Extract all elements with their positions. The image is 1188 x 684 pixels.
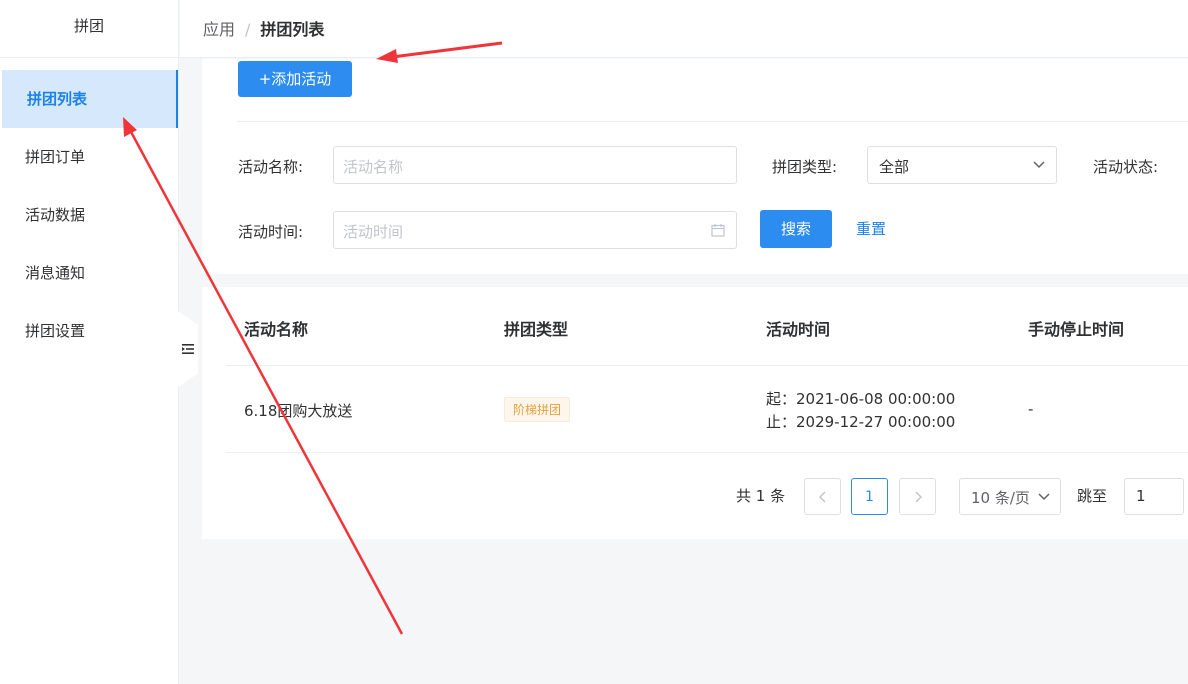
search-button[interactable]: 搜索 [760,210,832,248]
breadcrumb-separator: / [245,20,251,39]
pagination-jump-label: 跳至 [1077,487,1108,505]
cell-start-time: 起：2021-06-08 00:00:00 [766,390,956,408]
chevron-down-icon [1038,493,1050,501]
pagination-prev-button[interactable] [804,478,841,515]
chevron-left-icon [818,490,826,503]
header-divider [226,365,1188,366]
sidebar-item-notifications[interactable]: 消息通知 [0,244,178,302]
column-header-activity-name: 活动名称 [244,320,309,339]
add-activity-button[interactable]: +添加活动 [238,61,352,97]
sidebar: 拼团 拼团列表 拼团订单 活动数据 消息通知 拼团设置 [0,0,179,684]
activity-time-label: 活动时间: [238,223,304,241]
cell-end-time: 止：2029-12-27 00:00:00 [766,413,956,431]
cell-activity-name: 6.18团购大放送 [244,402,353,420]
column-header-group-type: 拼团类型 [504,320,569,339]
sidebar-item-group-list[interactable]: 拼团列表 [2,70,178,128]
group-type-select[interactable]: 全部 [867,146,1057,184]
pagination-total: 共 1 条 [736,487,786,505]
calendar-icon [711,224,725,237]
activity-name-label: 活动名称: [238,158,304,176]
cell-stop-time: - [1028,400,1034,418]
chevron-down-icon [1033,161,1045,169]
reset-button[interactable]: 重置 [856,218,886,239]
activity-status-label: 活动状态: [1093,158,1159,176]
page-size-value: 10 条/页 [971,489,1030,507]
activity-name-input[interactable]: 活动名称 [333,146,737,184]
breadcrumb: 应用 / 拼团列表 [203,16,324,40]
sidebar-collapse-toggle[interactable] [178,311,198,387]
table-panel: 活动名称 拼团类型 活动时间 手动停止时间 6.18团购大放送 阶梯拼团 起：2… [202,287,1188,539]
pagination-jump-input[interactable]: 1 [1124,478,1184,515]
app-title: 拼团 [0,0,178,58]
column-header-manual-stop-time: 手动停止时间 [1028,320,1125,339]
activity-time-input[interactable]: 活动时间 [333,211,737,249]
activity-name-placeholder: 活动名称 [343,158,404,176]
row-divider [226,452,1188,453]
activity-time-placeholder: 活动时间 [343,223,404,241]
group-type-value: 全部 [879,158,910,176]
sidebar-item-group-settings[interactable]: 拼团设置 [0,302,178,360]
group-type-label: 拼团类型: [772,158,838,176]
page-size-select[interactable]: 10 条/页 [959,478,1061,515]
pagination-next-button[interactable] [899,478,936,515]
collapse-icon [182,344,194,354]
breadcrumb-apps[interactable]: 应用 [203,20,235,39]
top-bar: 应用 / 拼团列表 [180,0,1188,58]
filter-panel: +添加活动 活动名称: 活动名称 拼团类型: 全部 活动状态: 活动时间: 活动… [202,59,1188,274]
divider [237,121,1188,122]
sidebar-item-activity-data[interactable]: 活动数据 [0,186,178,244]
group-type-tag: 阶梯拼团 [504,397,571,422]
breadcrumb-current: 拼团列表 [260,20,325,39]
sidebar-item-group-orders[interactable]: 拼团订单 [0,128,178,186]
pagination-page-1[interactable]: 1 [851,478,888,515]
chevron-right-icon [914,490,922,503]
column-header-activity-time: 活动时间 [766,320,831,339]
